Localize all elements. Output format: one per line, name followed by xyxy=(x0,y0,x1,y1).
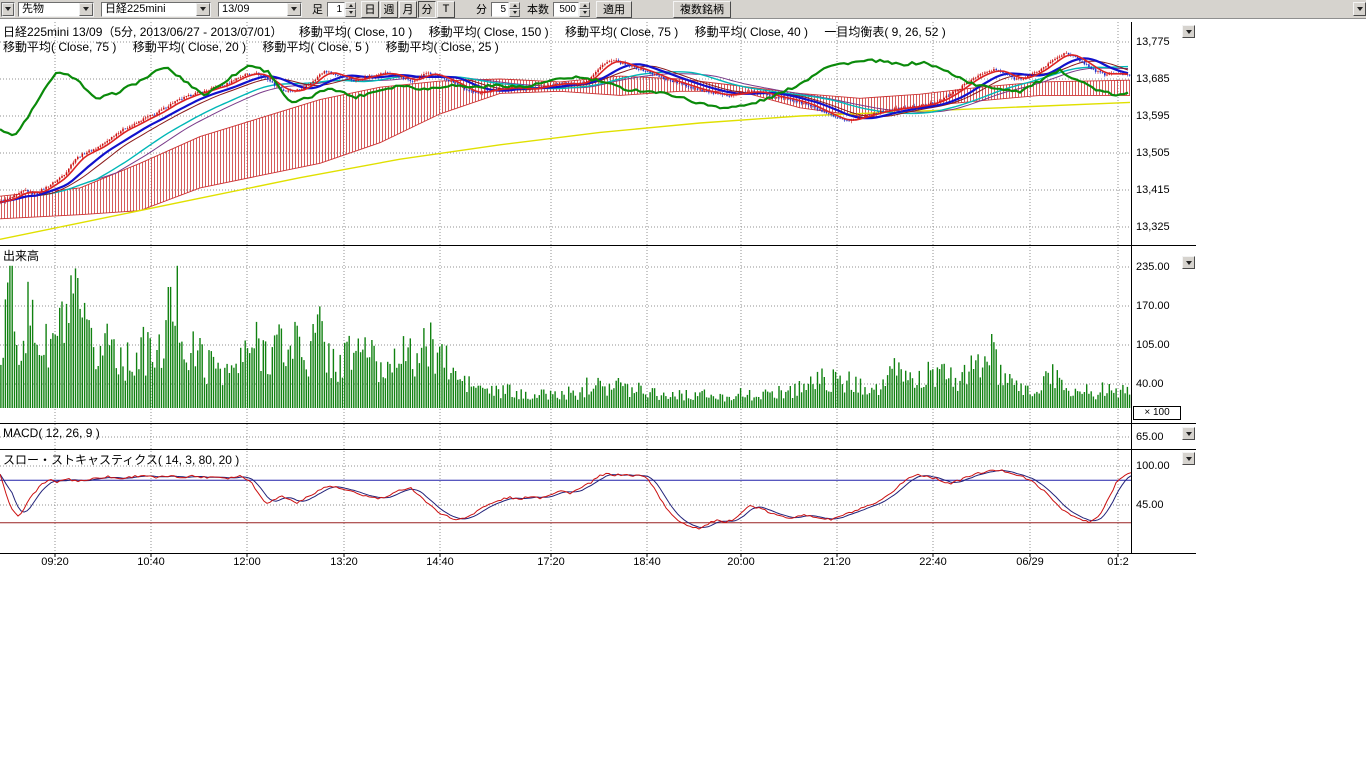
price-tick-label: 13,415 xyxy=(1136,184,1170,196)
indicator-label: 移動平均( Close, 75 ) xyxy=(565,25,678,39)
volume-scale-box: × 100 xyxy=(1133,406,1181,420)
time-tick-label: 14:40 xyxy=(419,556,461,568)
time-tick-label: 20:00 xyxy=(720,556,762,568)
time-tick-label: 09:20 xyxy=(34,556,76,568)
chevron-down-icon xyxy=(1186,432,1192,436)
time-tick-label: 10:40 xyxy=(130,556,172,568)
time-tick-label: 01:2 xyxy=(1097,556,1139,568)
time-tick-label: 06/29 xyxy=(1009,556,1051,568)
price-tick-label: 13,775 xyxy=(1136,36,1170,48)
indicator-label: 移動平均( Close, 20 ) xyxy=(133,40,246,54)
price-tick-label: 13,505 xyxy=(1136,147,1170,159)
indicator-label: 移動平均( Close, 5 ) xyxy=(262,40,369,54)
time-tick-label: 17:20 xyxy=(530,556,572,568)
indicator-label: 移動平均( Close, 150 ) xyxy=(429,25,549,39)
stochastics-panel-label: スロー・ストキャスティクス( 14, 3, 80, 20 ) xyxy=(3,451,239,468)
stoch-d-line xyxy=(0,470,1131,527)
price-tick-label: 13,685 xyxy=(1136,73,1170,85)
macd-panel-menu-button[interactable] xyxy=(1182,427,1195,440)
volume-tick-label: 170.00 xyxy=(1136,300,1170,312)
price-panel-menu-button[interactable] xyxy=(1182,25,1195,38)
stochastics-panel-menu-button[interactable] xyxy=(1182,452,1195,465)
indicator-label: 移動平均( Close, 10 ) xyxy=(299,25,412,39)
macd-panel-label: MACD( 12, 26, 9 ) xyxy=(3,426,100,440)
stoch-tick-label: 45.00 xyxy=(1136,499,1164,511)
volume-panel-menu-button[interactable] xyxy=(1182,256,1195,269)
indicator-label: 移動平均( Close, 25 ) xyxy=(385,40,498,54)
indicator-label: 一目均衡表( 9, 26, 52 ) xyxy=(824,25,945,39)
time-tick-label: 21:20 xyxy=(816,556,858,568)
indicator-label: 移動平均( Close, 40 ) xyxy=(695,25,808,39)
time-tick-label: 12:00 xyxy=(226,556,268,568)
stoch-k-line xyxy=(0,470,1131,529)
macd-tick-label: 65.00 xyxy=(1136,431,1164,443)
time-tick-label: 13:20 xyxy=(323,556,365,568)
volume-tick-label: 105.00 xyxy=(1136,339,1170,351)
price-tick-label: 13,325 xyxy=(1136,221,1170,233)
volume-tick-label: 40.00 xyxy=(1136,378,1164,390)
chart-area: 日経225mini 13/09（5分, 2013/06/27 - 2013/07… xyxy=(0,19,1366,768)
volume-panel-label: 出来高 xyxy=(3,247,39,264)
chevron-down-icon xyxy=(1186,30,1192,34)
stoch-tick-label: 100.00 xyxy=(1136,460,1170,472)
app-window: 先物 日経225mini 13/09 足 1 日 週 月 分 T 分 5 xyxy=(0,0,1366,768)
chart-header-row2: 移動平均( Close, 75 ) 移動平均( Close, 20 ) 移動平均… xyxy=(3,38,512,55)
chevron-down-icon xyxy=(1186,457,1192,461)
time-tick-label: 22:40 xyxy=(912,556,954,568)
indicator-label: 移動平均( Close, 75 ) xyxy=(3,40,116,54)
price-tick-label: 13,595 xyxy=(1136,110,1170,122)
chart-title: 日経225mini 13/09（5分, 2013/06/27 - 2013/07… xyxy=(3,25,283,39)
time-tick-label: 18:40 xyxy=(626,556,668,568)
volume-bars xyxy=(0,266,1130,408)
volume-tick-label: 235.00 xyxy=(1136,261,1170,273)
chevron-down-icon xyxy=(1186,261,1192,265)
